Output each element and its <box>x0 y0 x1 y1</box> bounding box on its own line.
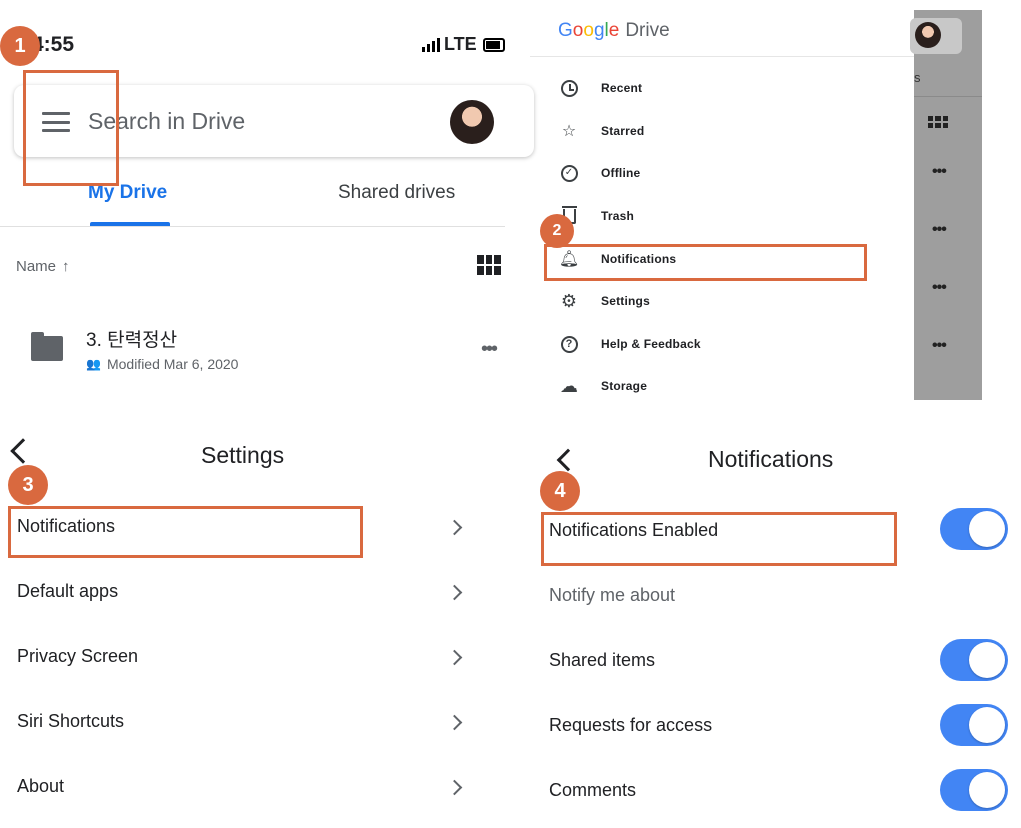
step-badge-3: 3 <box>8 465 48 505</box>
step-badge-4: 4 <box>540 471 580 511</box>
section-header: Notify me about <box>549 585 676 605</box>
overlay-more-icon: ••• <box>932 337 947 354</box>
drawer-item-recent[interactable]: Recent <box>556 78 642 98</box>
chevron-right-icon <box>446 649 463 666</box>
chevron-right-icon <box>446 779 463 796</box>
highlight-box-notifications <box>544 244 867 281</box>
settings-row-privacy-screen[interactable]: Privacy Screen <box>17 646 138 667</box>
settings-row-about[interactable]: About <box>17 776 64 797</box>
requests-for-access-toggle[interactable] <box>940 704 1008 746</box>
step-badge-1: 1 <box>0 26 40 66</box>
drawer-item-help[interactable]: ? Help & Feedback <box>556 334 701 354</box>
drawer-header-divider <box>530 56 914 57</box>
overlay-avatar <box>915 22 941 48</box>
sort-label: Name <box>16 258 57 275</box>
overlay-grid-icon <box>928 116 948 128</box>
overlay-divider <box>914 96 982 97</box>
drawer-item-settings[interactable]: ⚙ Settings <box>556 291 650 311</box>
requests-for-access-label: Requests for access <box>549 715 713 735</box>
drawer-item-label: Help & Feedback <box>601 337 701 351</box>
highlight-box-menu <box>23 70 119 186</box>
comments-toggle[interactable] <box>940 769 1008 811</box>
overlay-more-icon: ••• <box>932 279 947 296</box>
sort-control[interactable]: Name ↑ <box>16 258 70 275</box>
carrier-label: LTE <box>444 34 477 54</box>
overlay-more-icon: ••• <box>932 221 947 238</box>
page-title: Settings <box>201 442 285 468</box>
google-wordmark: Google <box>558 20 619 42</box>
drawer-item-storage[interactable]: ☁︎ Storage <box>556 376 647 396</box>
shared-items-label: Shared items <box>549 650 656 670</box>
drawer-item-label: Recent <box>601 81 643 95</box>
back-arrow-icon[interactable] <box>556 448 580 472</box>
status-bar-indicators: LTE <box>422 34 505 55</box>
drive-wordmark: Drive <box>625 20 670 41</box>
drawer-item-label: Settings <box>601 294 650 308</box>
star-icon: ☆ <box>561 123 577 140</box>
overlay-more-icon: ••• <box>932 163 947 180</box>
gear-icon: ⚙ <box>560 290 578 311</box>
chevron-right-icon <box>446 584 463 601</box>
settings-row-default-apps[interactable]: Default apps <box>17 581 118 602</box>
avatar[interactable] <box>450 100 494 144</box>
cloud-icon: ☁︎ <box>560 375 578 396</box>
back-arrow-icon[interactable] <box>10 438 36 464</box>
signal-icon <box>422 37 440 52</box>
drawer-item-label: Trash <box>601 209 635 223</box>
google-drive-logo: Google Drive <box>558 20 670 42</box>
shared-people-icon: 👥 <box>86 357 101 371</box>
help-icon: ? <box>556 334 582 354</box>
notifications-enabled-toggle[interactable] <box>940 508 1008 550</box>
drawer-item-label: Starred <box>601 124 645 138</box>
logo-letter: o <box>572 20 584 41</box>
settings-row-siri-shortcuts[interactable]: Siri Shortcuts <box>17 711 124 732</box>
tab-shared-drives[interactable]: Shared drives <box>338 182 455 204</box>
drawer-item-offline[interactable]: ✓ Offline <box>556 163 640 183</box>
file-name[interactable]: 3. 탄력정산 <box>86 325 177 352</box>
logo-letter: G <box>558 20 573 41</box>
drawer-item-label: Offline <box>601 166 641 180</box>
overlay-text: s <box>914 70 921 85</box>
logo-letter: o <box>583 20 594 41</box>
chevron-right-icon <box>446 714 463 731</box>
grid-view-icon[interactable] <box>477 255 501 275</box>
drawer-item-starred[interactable]: ☆ Starred <box>556 121 644 141</box>
drawer-item-label: Storage <box>601 379 648 393</box>
file-modified: Modified Mar 6, 2020 <box>106 356 239 372</box>
chevron-right-icon <box>446 519 463 536</box>
logo-letter: g <box>593 20 605 41</box>
offline-icon: ✓ <box>556 163 582 183</box>
file-meta: 👥 Modified Mar 6, 2020 <box>86 356 238 372</box>
highlight-box-notifications-enabled <box>541 512 897 566</box>
battery-icon <box>482 37 505 52</box>
page-title: Notifications <box>708 446 834 472</box>
folder-icon <box>31 332 63 361</box>
highlight-box-settings-notifications <box>8 506 363 558</box>
tab-divider <box>0 226 505 227</box>
dimmed-overlay[interactable] <box>914 10 982 400</box>
clock-icon <box>556 78 582 98</box>
comments-label: Comments <box>549 780 637 800</box>
logo-letter: e <box>608 20 620 41</box>
step-badge-2: 2 <box>540 214 574 248</box>
shared-items-toggle[interactable] <box>940 639 1008 681</box>
arrow-up-icon: ↑ <box>62 258 70 275</box>
more-options-icon[interactable]: ••• <box>481 338 498 361</box>
